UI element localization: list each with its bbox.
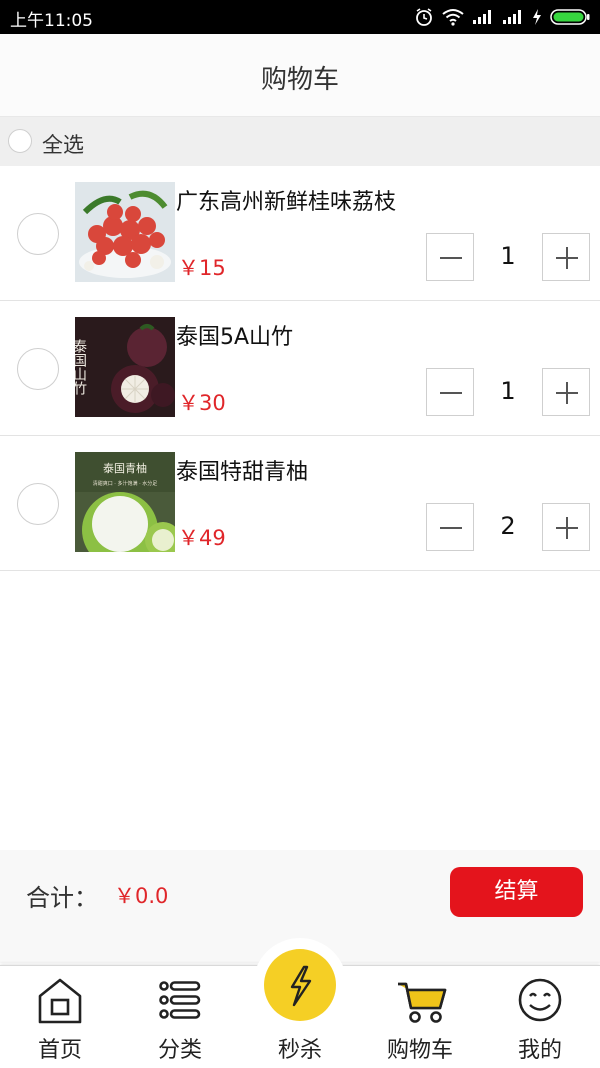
mangosteen-image-text: 泰国山竹 [75, 339, 87, 396]
quantity-value: 1 [500, 377, 516, 405]
status-time: 上午11:05 [10, 11, 93, 31]
alarm-icon [414, 7, 434, 27]
select-all-label: 全选 [42, 133, 84, 157]
category-list-icon [159, 981, 201, 1019]
plus-icon [556, 517, 578, 539]
smiley-icon [518, 978, 562, 1022]
quantity-increase-button[interactable] [542, 503, 590, 551]
total-label: 合计： [26, 884, 98, 912]
tab-cart[interactable]: 购物车 [360, 966, 480, 1068]
tab-category[interactable]: 分类 [120, 966, 240, 1068]
tab-mine-label: 我的 [517, 1038, 562, 1063]
item-select-radio[interactable] [17, 348, 59, 390]
plus-icon [556, 247, 578, 269]
page-header: 购物车 [0, 34, 600, 117]
cart-item: 泰国青柚 清甜爽口 · 多汁饱满 · 水分足 泰国特甜青柚 ￥49 2 [0, 436, 600, 571]
cart-item: 广东高州新鲜桂味荔枝 ￥15 1 [0, 166, 600, 301]
quantity-increase-button[interactable] [542, 233, 590, 281]
signal-icon-1 [472, 9, 494, 25]
minus-icon [440, 392, 462, 394]
quantity-decrease-button[interactable] [426, 368, 474, 416]
product-name[interactable]: 泰国5A山竹 [176, 319, 293, 351]
total-value: ￥0.0 [114, 884, 169, 908]
pomelo-image-tagline: 清甜爽口 · 多汁饱满 · 水分足 [93, 480, 158, 487]
charging-icon [532, 8, 542, 26]
tab-mine[interactable]: 我的 [480, 966, 600, 1068]
cart-icon [398, 982, 447, 1023]
status-icons [414, 6, 590, 28]
tab-flash-sale-label: 秒杀 [277, 1038, 322, 1063]
battery-icon [550, 8, 590, 26]
home-icon [38, 978, 82, 1024]
product-price: ￥49 [178, 526, 226, 550]
product-name[interactable]: 泰国特甜青柚 [176, 454, 308, 486]
tab-category-label: 分类 [157, 1038, 202, 1063]
quantity-decrease-button[interactable] [426, 233, 474, 281]
tab-cart-label: 购物车 [386, 1038, 453, 1063]
product-image-lychee [75, 182, 175, 282]
item-select-radio[interactable] [17, 483, 59, 525]
tab-flash-sale[interactable]: 秒杀 [240, 966, 360, 1068]
product-image-pomelo: 泰国青柚 清甜爽口 · 多汁饱满 · 水分足 [75, 452, 175, 552]
select-all-row[interactable]: 全选 [0, 117, 600, 166]
status-bar: 上午11:05 [0, 0, 600, 34]
signal-icon-2 [502, 9, 524, 25]
quantity-decrease-button[interactable] [426, 503, 474, 551]
minus-icon [440, 257, 462, 259]
minus-icon [440, 527, 462, 529]
product-price: ￥15 [178, 256, 226, 280]
page-title: 购物车 [260, 65, 339, 95]
plus-icon [556, 382, 578, 404]
quantity-value: 1 [500, 242, 516, 270]
item-select-radio[interactable] [17, 213, 59, 255]
wifi-icon [442, 8, 464, 26]
quantity-increase-button[interactable] [542, 368, 590, 416]
pomelo-image-title: 泰国青柚 [103, 461, 147, 475]
product-image-mangosteen: 泰国山竹 [75, 317, 175, 417]
select-all-radio[interactable] [8, 129, 32, 153]
product-name[interactable]: 广东高州新鲜桂味荔枝 [176, 184, 396, 216]
tab-home[interactable]: 首页 [0, 966, 120, 1068]
bottom-tab-bar: 首页 分类 秒杀 购物车 我的 [0, 938, 600, 1068]
product-price: ￥30 [178, 391, 226, 415]
cart-item: 泰国山竹 泰国5A山竹 ￥30 1 [0, 301, 600, 436]
quantity-value: 2 [500, 512, 516, 540]
tab-home-label: 首页 [37, 1038, 82, 1063]
checkout-button[interactable]: 结算 [450, 867, 583, 917]
